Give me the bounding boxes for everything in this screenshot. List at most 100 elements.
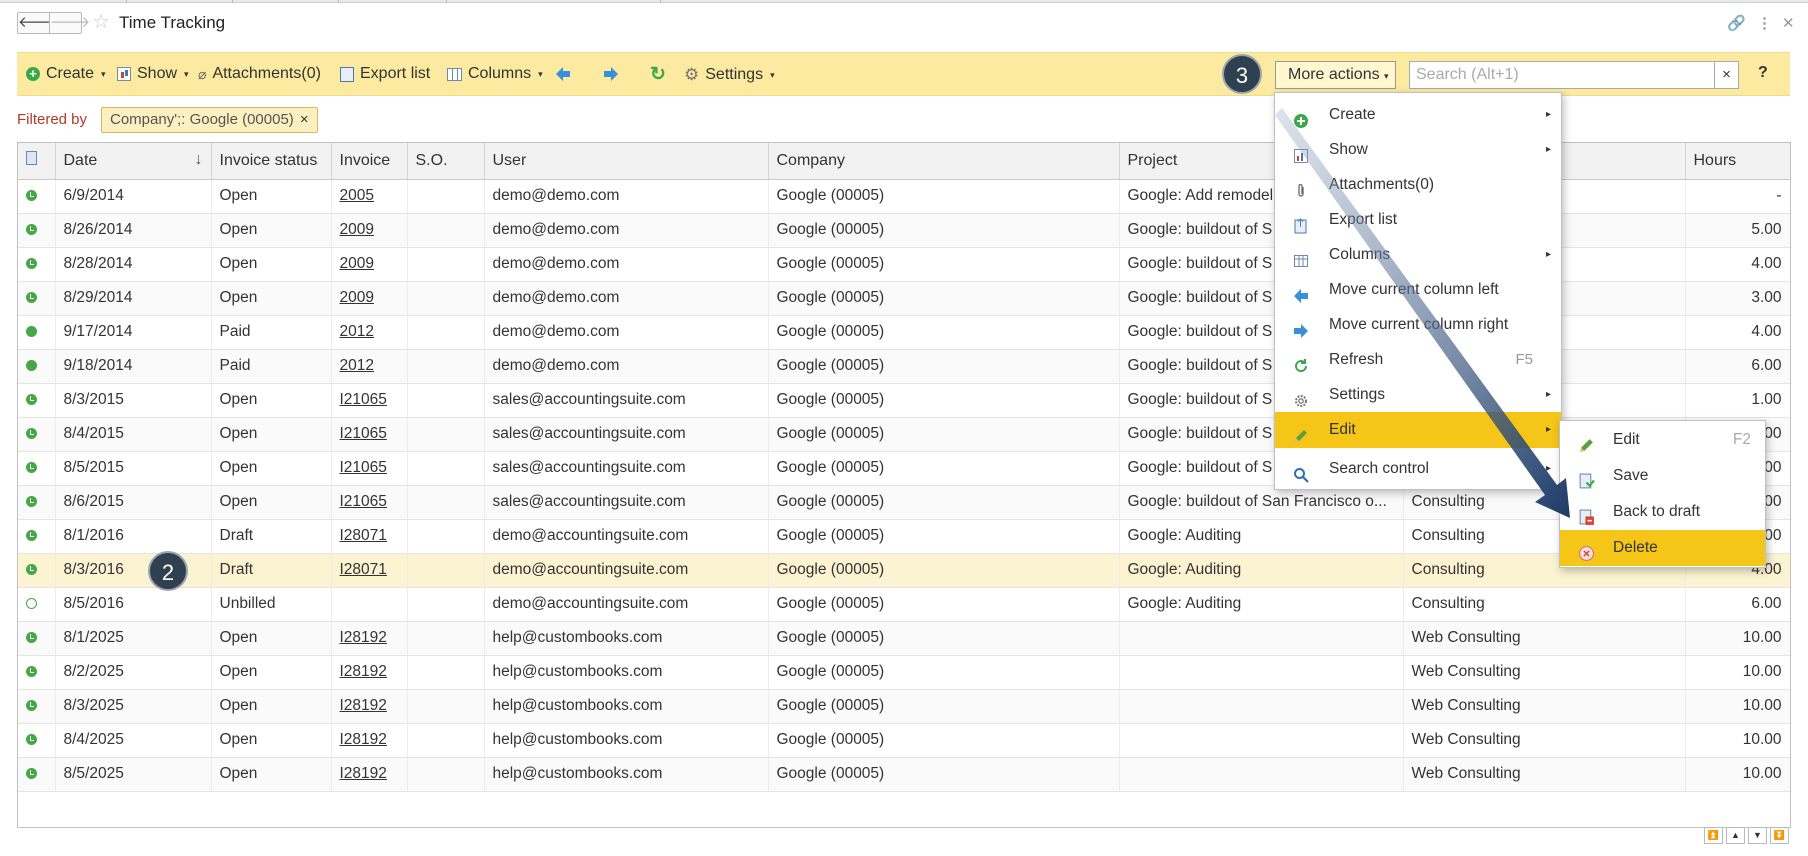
invoice-link[interactable]: 2009 (340, 289, 374, 306)
project-cell: Google: Auditing (1119, 587, 1404, 622)
attachments-button[interactable]: ⌀ Attachments(0) (198, 65, 321, 83)
invoice-link[interactable]: I28192 (340, 629, 387, 646)
invoice-link[interactable]: 2012 (340, 357, 374, 374)
invoice-link[interactable]: I21065 (340, 425, 387, 442)
menu-item-settings[interactable]: Settings ▸ (1275, 377, 1561, 413)
table-row[interactable]: 8/4/2025 Open I28192 help@custombooks.com Go… (18, 723, 1790, 758)
invoice-cell: I21065 (331, 383, 408, 418)
col-header-date[interactable]: Date ↓ (55, 143, 212, 180)
tab-divider (232, 0, 233, 3)
invoice-status-cell: Open (211, 757, 332, 792)
pager-first-button[interactable]: ⏫ (1704, 827, 1723, 844)
show-button[interactable]: Show ▾ (117, 65, 189, 83)
table-row[interactable]: 8/1/2016 Draft I28071 demo@accountingsuite.… (18, 519, 1790, 554)
col-header-user[interactable]: User (484, 143, 769, 180)
table-row[interactable]: 8/2/2025 Open I28192 help@custombooks.com Go… (18, 655, 1790, 690)
col-header-so[interactable]: S.O. (407, 143, 485, 180)
help-button[interactable]: ? (1758, 64, 1768, 82)
shortcut-label: F5 (1515, 351, 1533, 368)
favorite-star-icon[interactable]: ☆ (92, 12, 110, 32)
more-menu-icon[interactable]: ⋮ (1757, 14, 1772, 32)
table-row[interactable]: 8/5/2016 Unbilled demo@accountingsuite.com… (18, 587, 1790, 622)
status-icon (26, 360, 37, 372)
invoice-cell: 2012 (331, 315, 408, 350)
submenu-arrow-icon: ▸ (1545, 424, 1551, 435)
menu-item-move-current-column-right[interactable]: Move current column right (1275, 307, 1561, 343)
menu-item-create[interactable]: Create ▸ (1275, 97, 1561, 133)
invoice-link[interactable]: I21065 (340, 391, 387, 408)
menu-item-refresh[interactable]: Refresh F5 (1275, 342, 1561, 378)
menu-item-columns[interactable]: Columns ▸ (1275, 237, 1561, 273)
menu-item-search-control[interactable]: Search control ▸ (1275, 451, 1561, 487)
search-input[interactable] (1410, 62, 1710, 88)
invoice-link[interactable]: 2005 (340, 187, 374, 204)
user-cell: demo@demo.com (484, 247, 769, 282)
so-cell (407, 621, 485, 656)
filter-chip[interactable]: Company';: Google (00005) × (101, 107, 318, 133)
menu-item-edit[interactable]: Edit ▸ (1275, 412, 1561, 448)
invoice-link[interactable]: I28071 (340, 561, 387, 578)
project-cell (1119, 757, 1404, 792)
col-header-hours[interactable]: Hours (1685, 143, 1790, 180)
status-icon (26, 666, 37, 678)
tab-divider (338, 0, 339, 3)
forward-button[interactable]: 🡒 (49, 12, 90, 34)
filter-chip-remove-icon[interactable]: × (300, 111, 309, 128)
status-icon (26, 700, 37, 712)
export-list-label: Export list (360, 65, 431, 82)
link-icon[interactable]: 🔗 (1727, 14, 1746, 32)
invoice-link[interactable]: I28192 (340, 731, 387, 748)
invoice-link[interactable]: 2009 (340, 221, 374, 238)
pager-down-button[interactable]: ▼ (1748, 827, 1767, 844)
table-row[interactable]: 8/6/2015 Open I21065 sales@accountingsuite.… (18, 485, 1790, 520)
project-cell: Google: Auditing (1119, 519, 1404, 554)
invoice-link[interactable]: I28071 (340, 527, 387, 544)
export-list-button[interactable]: Export list (340, 65, 430, 83)
date-cell: 8/5/2025 (55, 757, 212, 792)
table-row[interactable]: 8/5/2025 Open I28192 help@custombooks.com Go… (18, 757, 1790, 792)
row-icon-header[interactable] (18, 143, 56, 180)
col-header-company[interactable]: Company (768, 143, 1120, 180)
menu-item-show[interactable]: Show ▸ (1275, 132, 1561, 168)
invoice-link[interactable]: I28192 (340, 765, 387, 782)
columns-button[interactable]: Columns ▾ (447, 65, 543, 83)
submenu-item-back-to-draft[interactable]: Back to draft (1560, 494, 1765, 530)
back-button[interactable]: 🡐 (17, 12, 58, 34)
menu-item-export-list[interactable]: Export list (1275, 202, 1561, 238)
menu-item-move-current-column-left[interactable]: Move current column left (1275, 272, 1561, 308)
submenu-item-save[interactable]: Save (1560, 458, 1765, 494)
invoice-link[interactable]: I21065 (340, 493, 387, 510)
move-column-right-icon[interactable] (603, 66, 619, 82)
invoice-link[interactable]: 2009 (340, 255, 374, 272)
pager-up-button[interactable]: ▲ (1726, 827, 1745, 844)
more-actions-button[interactable]: More actions ▾ (1275, 61, 1396, 89)
status-cell (18, 723, 56, 758)
submenu-item-delete[interactable]: Delete (1560, 530, 1765, 566)
settings-button[interactable]: ⚙ Settings ▾ (684, 65, 775, 85)
submenu-arrow-icon: ▸ (1545, 144, 1551, 155)
gear-icon (1293, 387, 1309, 407)
create-button[interactable]: + Create ▾ (26, 65, 106, 83)
menu-item-attachments-0[interactable]: Attachments(0) (1275, 167, 1561, 203)
task-cell: Web Consulting (1403, 757, 1686, 792)
search-clear-button[interactable]: × (1714, 62, 1738, 88)
company-cell: Google (00005) (768, 383, 1120, 418)
table-row[interactable]: 8/3/2025 Open I28192 help@custombooks.com Go… (18, 689, 1790, 724)
menu-item-label: Settings (1329, 386, 1386, 403)
submenu-item-edit[interactable]: Edit F2 (1560, 422, 1765, 458)
close-icon[interactable]: ✕ (1782, 14, 1795, 32)
invoice-link[interactable]: I28192 (340, 697, 387, 714)
pager-last-button[interactable]: ⏬ (1770, 827, 1789, 844)
user-cell: demo@demo.com (484, 349, 769, 384)
invoice-link[interactable]: I28192 (340, 663, 387, 680)
col-header-invoice[interactable]: Invoice (331, 143, 408, 180)
invoice-cell: I28192 (331, 689, 408, 724)
invoice-link[interactable]: I21065 (340, 459, 387, 476)
invoice-link[interactable]: 2012 (340, 323, 374, 340)
col-header-invoice-status[interactable]: Invoice status (211, 143, 332, 180)
table-row[interactable]: 8/3/2016 Draft I28071 demo@accountingsuite.… (18, 553, 1790, 588)
table-row[interactable]: 8/1/2025 Open I28192 help@custombooks.com Go… (18, 621, 1790, 656)
refresh-icon[interactable]: ↻ (650, 63, 666, 86)
move-column-left-icon[interactable] (555, 66, 571, 82)
status-cell (18, 179, 56, 214)
